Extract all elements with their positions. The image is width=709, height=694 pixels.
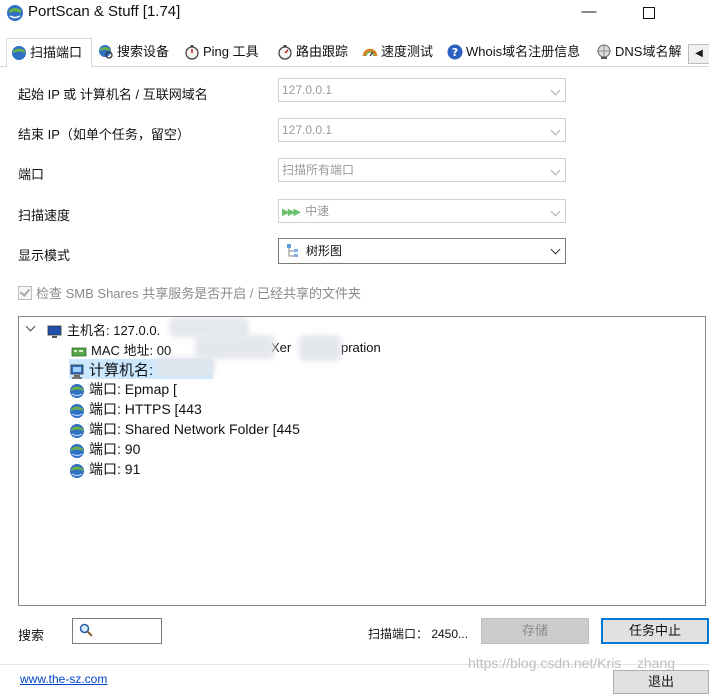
tree-node-port[interactable]: 端口: 91 xyxy=(69,459,140,479)
port-label: 端口 xyxy=(18,167,45,182)
network-card-icon xyxy=(71,347,87,356)
end-ip-value: 127.0.0.1 xyxy=(282,123,333,137)
tab-whois[interactable]: ? Whois域名注册信息 xyxy=(443,40,580,64)
chevron-down-icon xyxy=(550,165,561,176)
speed-combo[interactable]: ▶▶▶ 中速 xyxy=(278,199,566,223)
tab-scroll-left-button[interactable]: ◀ xyxy=(688,44,709,64)
scan-status-text: 扫描端口： 2450... xyxy=(368,627,469,641)
stop-task-button[interactable]: 任务中止 xyxy=(601,618,709,644)
redaction-blur xyxy=(299,335,341,361)
speed-value: 中速 xyxy=(305,204,330,218)
results-tree[interactable]: 主机名: 127.0.0. MAC 地址: 00 Xer pration 计算机… xyxy=(18,316,706,606)
globe-scan-icon xyxy=(12,45,26,60)
chevron-down-icon xyxy=(550,85,561,96)
computer-monitor-icon xyxy=(47,325,62,338)
tab-scan-ports[interactable]: 扫描端口 xyxy=(6,38,92,68)
stopwatch-route-icon xyxy=(278,44,292,60)
chevron-down-icon xyxy=(550,244,561,255)
redaction-blur xyxy=(195,335,275,359)
smb-checkbox[interactable]: 检查 SMB Shares 共享服务是否开启 / 已经共享的文件夹 xyxy=(18,283,361,302)
expand-chevron-icon[interactable] xyxy=(25,321,36,332)
start-ip-value: 127.0.0.1 xyxy=(282,83,333,97)
search-label: 搜索 xyxy=(18,628,45,643)
window-title: PortScan & Stuff [1.74] xyxy=(28,3,181,20)
tree-node-host[interactable]: 主机名: 127.0.0. xyxy=(47,320,160,340)
port-combo[interactable]: 扫描所有端口 xyxy=(278,158,566,182)
globe-port-icon xyxy=(70,383,84,398)
svg-text:?: ? xyxy=(452,46,458,59)
save-button[interactable]: 存储 xyxy=(481,618,589,644)
stopwatch-icon xyxy=(185,44,199,60)
globe-port-icon xyxy=(70,443,84,458)
end-ip-label: 结束 IP（如单个任务，留空） xyxy=(18,127,190,142)
display-mode-value: 树形图 xyxy=(306,244,343,258)
tab-speed-test[interactable]: 速度测试 xyxy=(358,40,433,64)
tab-strip: 扫描端口 搜索设备 Ping 工具 路由跟踪 速度测试 ? Whois域名注册信息… xyxy=(0,38,709,68)
tree-view-icon xyxy=(287,243,298,257)
globe-search-icon xyxy=(99,44,113,59)
speedometer-icon xyxy=(362,48,378,56)
redaction-blur xyxy=(155,357,215,377)
smb-checkbox-label: 检查 SMB Shares 共享服务是否开启 / 已经共享的文件夹 xyxy=(36,286,362,301)
start-ip-combo[interactable]: 127.0.0.1 xyxy=(278,78,566,102)
end-ip-combo[interactable]: 127.0.0.1 xyxy=(278,118,566,142)
chevron-down-icon xyxy=(550,125,561,136)
tree-node-port[interactable]: 端口: Shared Network Folder [445 xyxy=(69,419,300,439)
speed-label: 扫描速度 xyxy=(18,208,71,223)
search-input[interactable] xyxy=(72,618,162,644)
tree-node-port[interactable]: 端口: 90 xyxy=(69,439,140,459)
tree-node-port[interactable]: 端口: HTTPS [443 xyxy=(69,399,202,419)
computer-network-icon xyxy=(70,364,84,379)
exit-button[interactable]: 退出 xyxy=(613,670,709,694)
redaction-blur xyxy=(169,317,249,337)
maximize-button[interactable] xyxy=(626,0,672,26)
dns-globe-icon xyxy=(597,44,611,59)
help-circle-icon: ? xyxy=(447,44,463,60)
globe-port-icon xyxy=(70,403,84,418)
tab-traceroute[interactable]: 路由跟踪 xyxy=(273,40,348,64)
title-bar: PortScan & Stuff [1.74] — xyxy=(0,0,709,28)
watermark: https://blog.csdn.net/Kris__zhang xyxy=(468,655,676,671)
globe-port-icon xyxy=(70,463,84,478)
tab-ping[interactable]: Ping 工具 xyxy=(180,40,259,64)
tab-search-devices[interactable]: 搜索设备 xyxy=(94,40,169,64)
tab-dns[interactable]: DNS域名解 xyxy=(592,40,681,64)
minimize-button[interactable]: — xyxy=(566,0,612,26)
app-logo-icon xyxy=(7,5,23,21)
search-icon xyxy=(79,623,93,637)
fast-forward-icon: ▶▶▶ xyxy=(282,207,301,218)
display-mode-combo[interactable]: 树形图 xyxy=(278,238,566,264)
tree-node-mac[interactable]: MAC 地址: 00 xyxy=(71,340,171,360)
port-value: 扫描所有端口 xyxy=(282,163,355,177)
tree-node-mac-vendor-tail: pration xyxy=(341,340,381,355)
maximize-icon xyxy=(643,7,655,19)
chevron-down-icon xyxy=(550,206,561,217)
display-mode-label: 显示模式 xyxy=(18,248,71,263)
website-link[interactable]: www.the-sz.com xyxy=(20,672,107,686)
checkbox-checked-icon xyxy=(18,286,32,300)
globe-port-icon xyxy=(70,423,84,438)
tree-node-port[interactable]: 端口: Epmap [ xyxy=(69,379,177,399)
start-ip-label: 起始 IP 或 计算机名 / 互联网域名 xyxy=(18,87,208,102)
